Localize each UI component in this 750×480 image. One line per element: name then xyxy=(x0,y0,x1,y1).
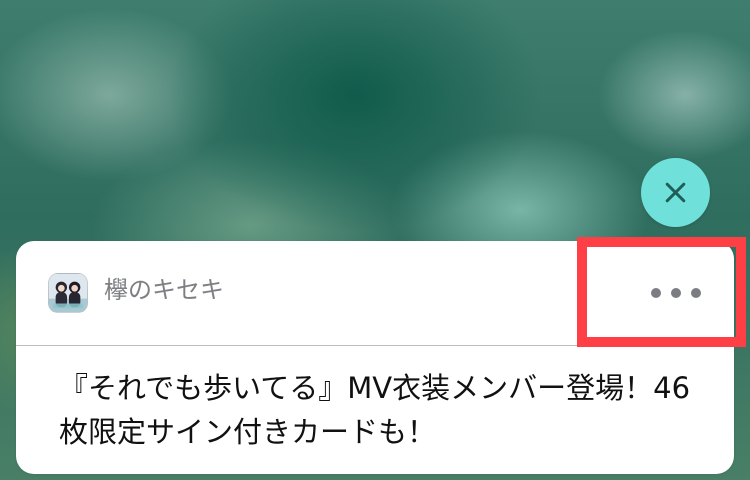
more-options-button[interactable] xyxy=(636,273,716,313)
notification-header: 欅のキセキ xyxy=(16,241,734,345)
app-name: 欅のキセキ xyxy=(104,276,224,304)
notification-card[interactable]: 欅のキセキ 『それでも歩いてる』MV衣装メンバー登場！46枚限定サイン付きカード… xyxy=(16,241,734,474)
notification-message: 『それでも歩いてる』MV衣装メンバー登場！46枚限定サイン付きカードも！ xyxy=(59,371,691,449)
close-icon xyxy=(665,182,686,203)
more-icon xyxy=(651,288,701,298)
close-button[interactable] xyxy=(641,158,710,227)
header-separator xyxy=(16,345,734,346)
app-icon xyxy=(48,273,88,313)
